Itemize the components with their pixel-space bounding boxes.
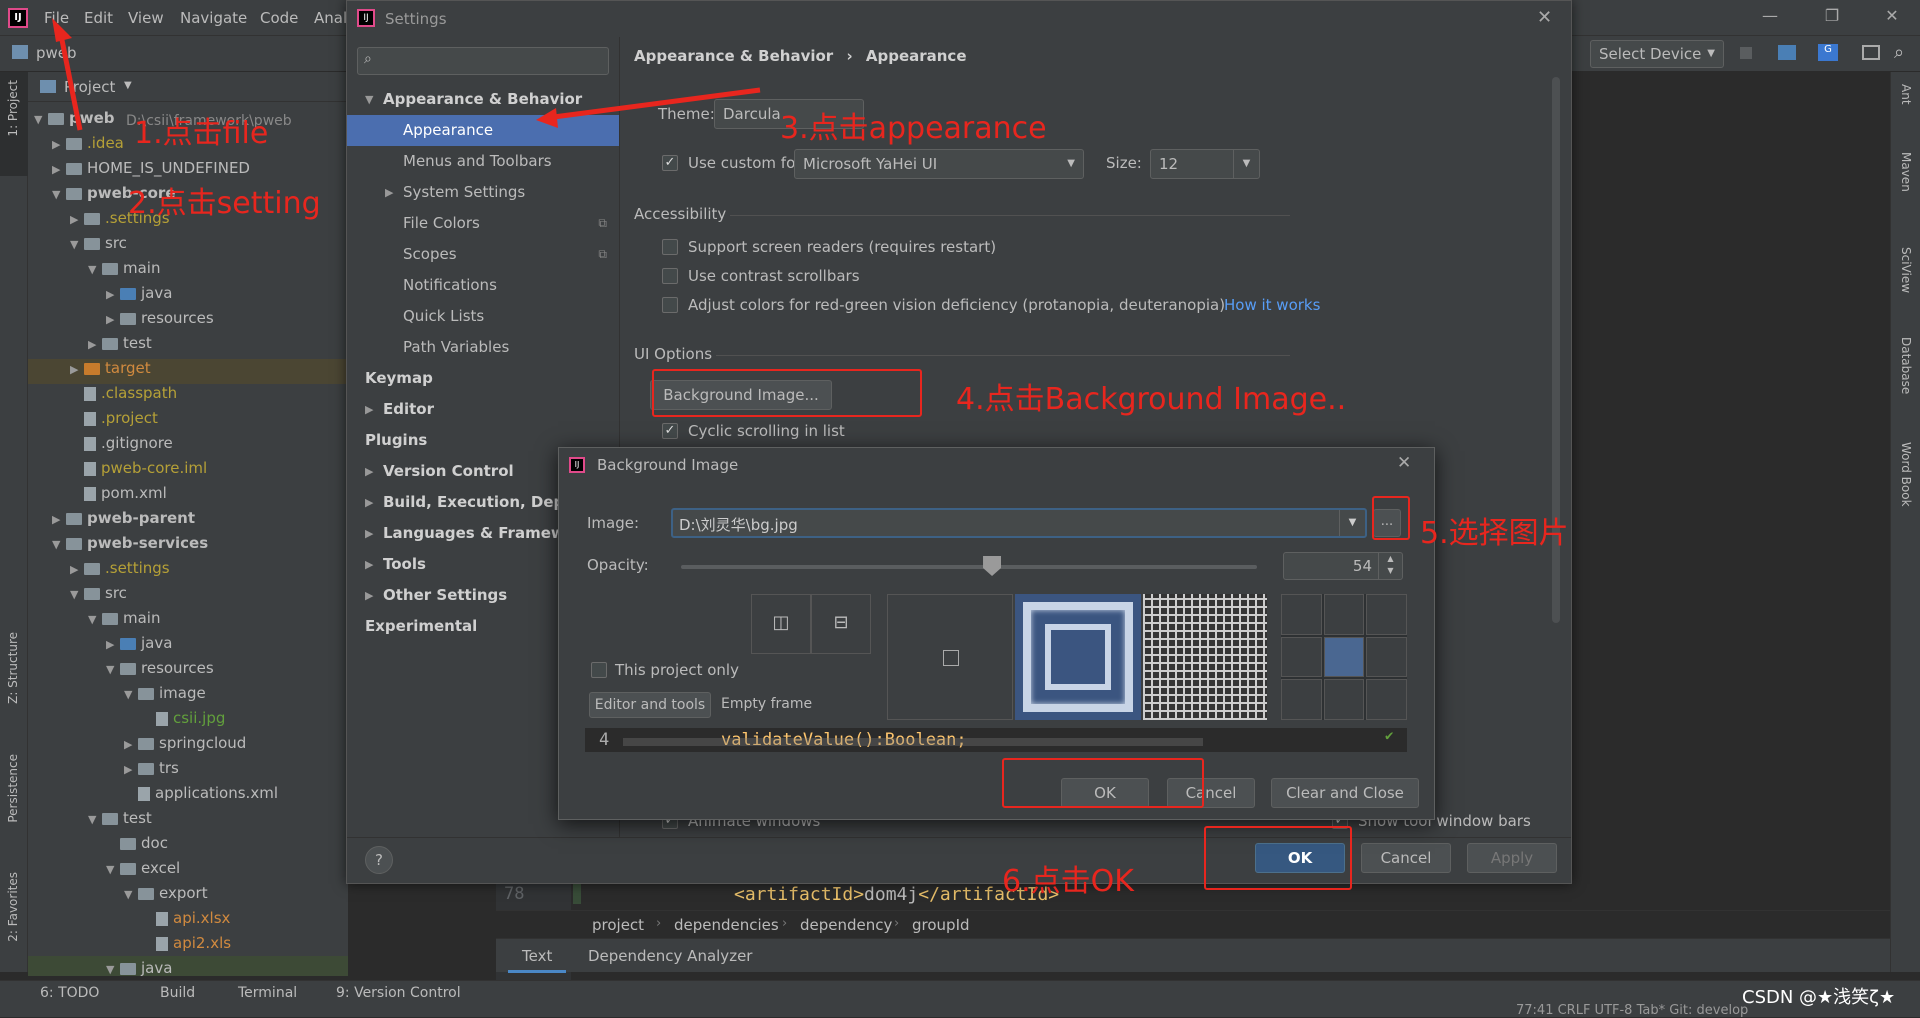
annotation-step5: 5.选择图片 [1420, 516, 1569, 551]
highlight-browse [1372, 496, 1410, 540]
annotation-step3: 3.点击appearance [780, 111, 1047, 146]
highlight-background-image [652, 369, 922, 417]
arrow-head-file [52, 18, 72, 42]
highlight-bg-ok [1002, 758, 1204, 808]
annotation-step4: 4.点击Background Image.. [956, 382, 1347, 417]
annotation-step2: 2.点击setting [128, 186, 321, 221]
arrow-head-appearance [536, 108, 558, 128]
annotation-arrows [52, 18, 761, 131]
annotation-step1: 1.点击file [134, 116, 269, 151]
highlight-settings-ok [1204, 826, 1352, 890]
arrow-to-file [57, 29, 83, 131]
annotation-step6: 6.点击OK [1002, 864, 1134, 899]
arrow-to-appearance [545, 87, 761, 121]
